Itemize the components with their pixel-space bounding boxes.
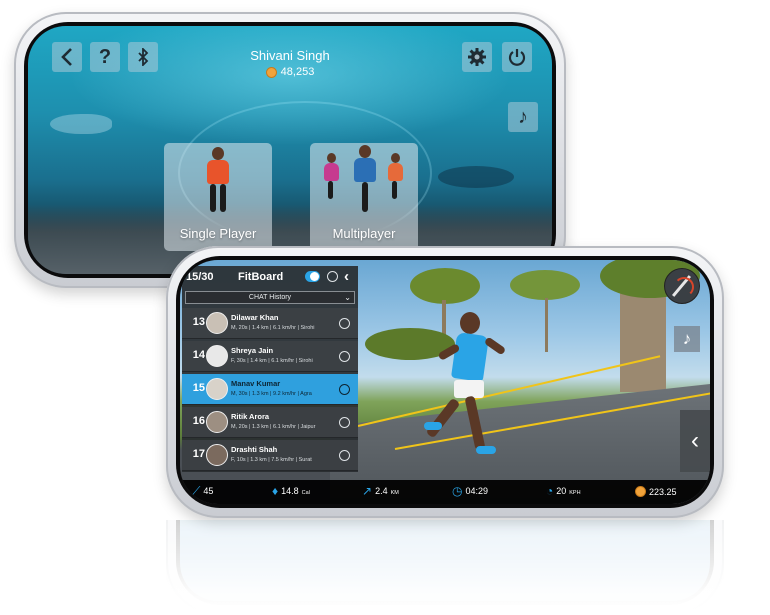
calories-value: 14.8 xyxy=(281,486,299,496)
row-name: Manav Kumar xyxy=(231,379,281,388)
flame-icon: ♦ xyxy=(272,484,279,498)
stat-calories: ♦ 14.8 Cal xyxy=(272,484,310,498)
emoji-icon[interactable] xyxy=(339,417,350,428)
fitboard-title: FitBoard xyxy=(238,271,284,283)
incline-icon: ⟋ xyxy=(192,484,201,498)
fish-graphic xyxy=(50,114,112,134)
ride-screen: 15/30 FitBoard ‹ CHAT History ⌄ 13 Dilaw… xyxy=(180,260,710,504)
fitboard-toggle[interactable] xyxy=(305,271,320,282)
row-name: Ritik Arora xyxy=(231,412,270,421)
stat-speed: ◔ 20 KPH xyxy=(546,484,581,498)
mode-label: Single Player xyxy=(179,226,257,241)
tree-canopy xyxy=(410,268,480,304)
row-name: Drashti Shah xyxy=(231,445,278,454)
distance-trend-icon: ↗ xyxy=(362,484,373,498)
shark-graphic xyxy=(438,166,514,188)
mode-label: Multiplayer xyxy=(332,226,396,241)
stats-bar: ⟋ 45 ♦ 14.8 Cal ↗ 2.4 KM ◷ 04:29 ◔ 20 KP… xyxy=(180,480,710,504)
coin-icon xyxy=(265,66,277,78)
row-details: M, 20s | 1.4 km | 6.1 km/hr | Sirohi xyxy=(231,325,315,331)
tree-canopy xyxy=(510,270,580,300)
leaderboard-row[interactable]: 16 Ritik Arora M, 20s | 1.3 km | 6.1 km/… xyxy=(182,407,358,438)
overall-rank: 15/30 xyxy=(186,271,214,283)
avatar xyxy=(206,411,228,433)
emoji-icon[interactable] xyxy=(339,384,350,395)
time-value: 04:29 xyxy=(465,486,489,496)
chat-history-label: CHAT History xyxy=(248,294,292,301)
avatar xyxy=(206,444,228,466)
settings-button[interactable] xyxy=(462,42,492,72)
row-details: F, 30s | 1.4 km | 6.1 km/hr | Sirohi xyxy=(231,358,313,364)
incline-value: 45 xyxy=(203,486,214,496)
gear-icon xyxy=(468,48,486,66)
coins-value: 223.25 xyxy=(649,486,677,497)
leaderboard-row-current-user[interactable]: 15 Manav Kumar M, 30s | 1.3 km | 9.2 km/… xyxy=(182,374,358,405)
avatar xyxy=(206,312,228,334)
runner-figure xyxy=(201,147,235,217)
row-details: M, 20s | 1.3 km | 6.1 km/hr | Jaipur xyxy=(231,424,316,430)
avatar xyxy=(206,378,228,400)
stat-time: ◷ 04:29 xyxy=(452,484,489,498)
coin-value: 48,253 xyxy=(280,66,315,78)
emoji-icon[interactable] xyxy=(339,450,350,461)
stat-incline: ⟋ 45 xyxy=(192,484,214,498)
row-rank: 16 xyxy=(192,415,205,427)
chevron-down-icon: ⌄ xyxy=(344,293,351,302)
collapse-chevron-icon[interactable]: ‹ xyxy=(344,269,349,284)
music-note-icon: ♪ xyxy=(518,105,528,128)
runner-avatar xyxy=(424,312,510,462)
chevron-left-icon: ‹ xyxy=(691,427,699,454)
single-player-card[interactable]: Single Player xyxy=(164,143,272,251)
calories-unit: Cal xyxy=(301,489,310,496)
compass-minimap[interactable] xyxy=(664,268,700,304)
row-name: Dilawar Khan xyxy=(231,313,279,322)
leaderboard-row[interactable]: 17 Drashti Shah F, 10s | 1.3 km | 7.5 km… xyxy=(182,440,358,471)
leaderboard-row[interactable]: 14 Shreya Jain F, 30s | 1.4 km | 6.1 km/… xyxy=(182,341,358,372)
fitboard-panel: 15/30 FitBoard ‹ CHAT History ⌄ 13 Dilaw… xyxy=(182,266,358,472)
mode-select-screen: ? Shivani Singh 48,253 ♪ Single Player M… xyxy=(28,26,552,274)
emoji-icon[interactable] xyxy=(339,351,350,362)
music-button[interactable]: ♪ xyxy=(508,102,538,132)
emoji-icon[interactable] xyxy=(327,271,338,282)
power-icon xyxy=(508,49,526,66)
music-button[interactable]: ♪ xyxy=(674,326,700,352)
chat-history-dropdown[interactable]: CHAT History ⌄ xyxy=(185,291,355,304)
row-details: F, 10s | 1.3 km | 7.5 km/hr | Surat xyxy=(231,457,312,463)
multiplayer-card[interactable]: Multiplayer xyxy=(310,143,418,251)
row-rank: 14 xyxy=(192,349,205,361)
distance-unit: KM xyxy=(390,489,399,496)
clock-icon: ◷ xyxy=(452,484,463,498)
coin-icon xyxy=(635,486,646,497)
rider-figure-center xyxy=(350,145,380,215)
stat-distance: ↗ 2.4 KM xyxy=(362,484,399,498)
row-rank: 17 xyxy=(192,448,205,460)
tree-trunk xyxy=(545,298,548,352)
rider-figure-left xyxy=(322,153,342,203)
fitboard-header: 15/30 FitBoard ‹ xyxy=(182,266,358,288)
phone-ride: 15/30 FitBoard ‹ CHAT History ⌄ 13 Dilaw… xyxy=(166,246,724,518)
row-rank: 15 xyxy=(192,382,205,394)
stat-coins: 223.25 xyxy=(635,486,677,497)
expand-panel-button[interactable]: ‹ xyxy=(680,410,710,472)
distance-value: 2.4 xyxy=(375,486,388,496)
speed-unit: KPH xyxy=(569,489,581,496)
speed-value: 20 xyxy=(556,486,567,496)
speedometer-icon: ◔ xyxy=(546,484,554,498)
rider-figure-right xyxy=(386,153,406,203)
music-note-icon: ♪ xyxy=(682,329,692,348)
row-name: Shreya Jain xyxy=(231,346,274,355)
power-button[interactable] xyxy=(502,42,532,72)
avatar xyxy=(206,345,228,367)
reflection-fade xyxy=(150,520,750,615)
row-details: M, 30s | 1.3 km | 9.2 km/hr | Agra xyxy=(231,391,312,397)
emoji-icon[interactable] xyxy=(339,318,350,329)
row-rank: 13 xyxy=(192,316,205,328)
leaderboard-row[interactable]: 13 Dilawar Khan M, 20s | 1.4 km | 6.1 km… xyxy=(182,308,358,339)
